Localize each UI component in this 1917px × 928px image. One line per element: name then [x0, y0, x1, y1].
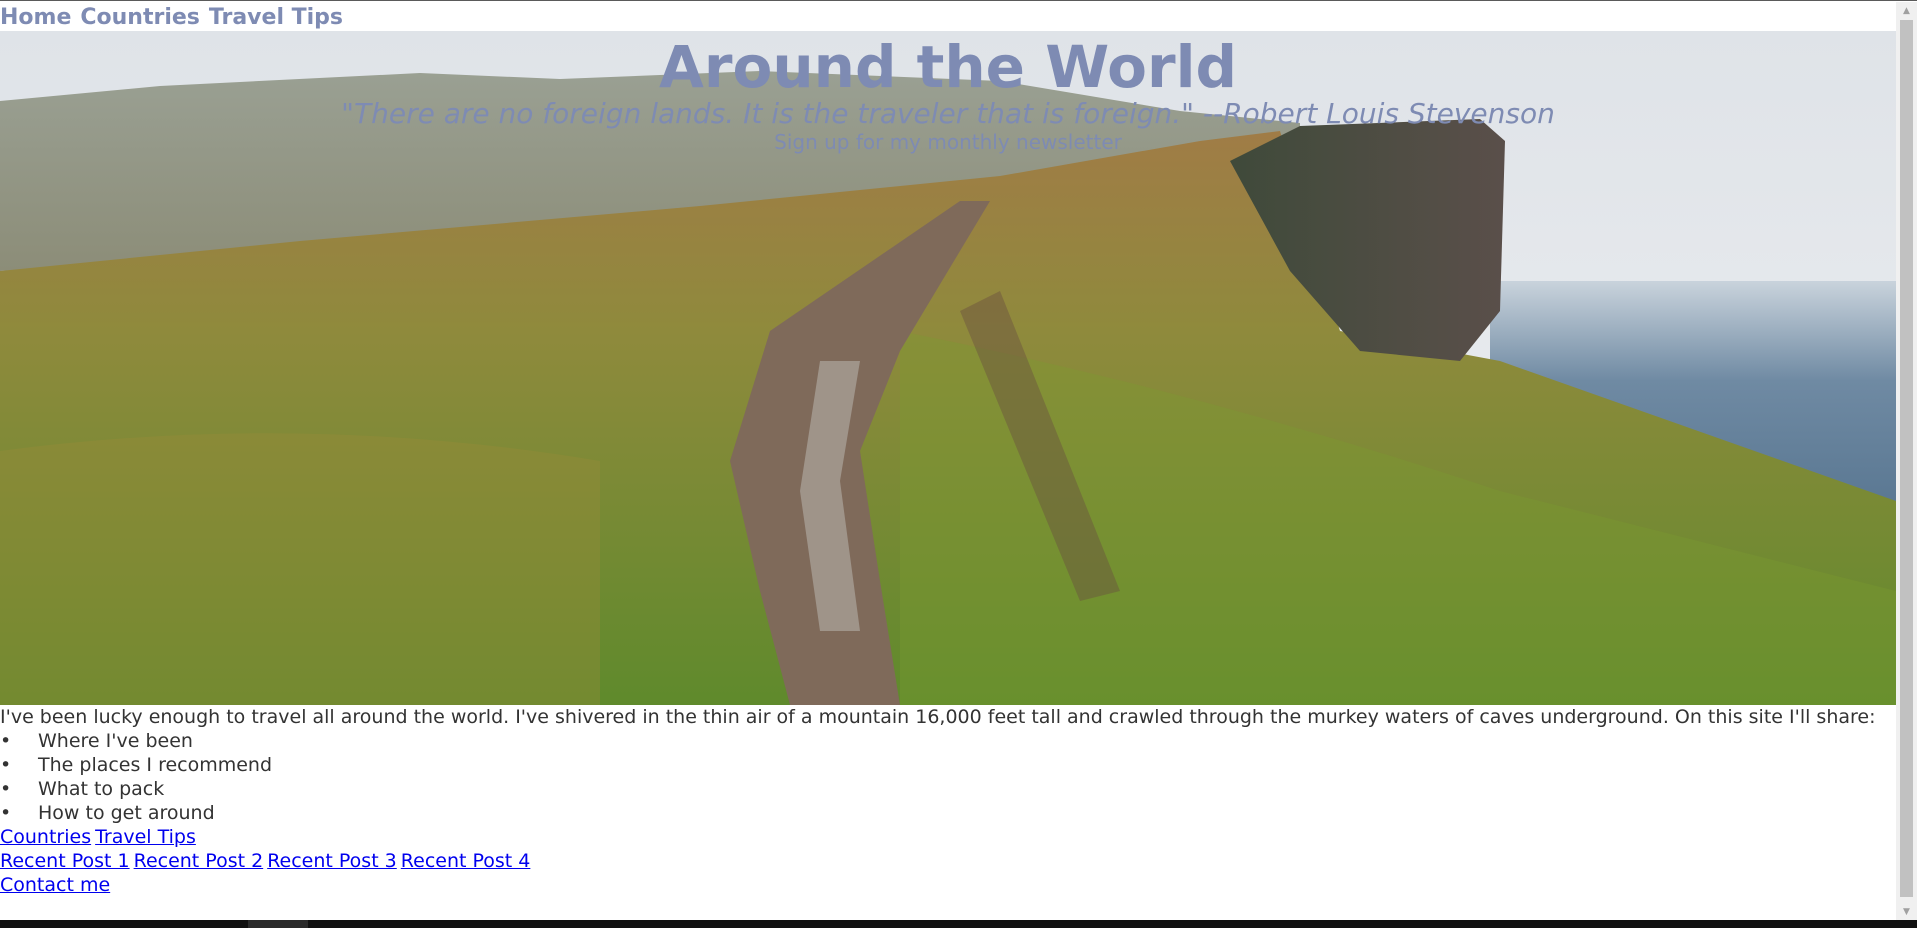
browser-viewport: Home Countries Travel Tips Around the Wo… [0, 0, 1917, 928]
list-item: • What to pack [0, 778, 165, 800]
recent-posts-links: Recent Post 1 Recent Post 2 Recent Post 3R… [0, 849, 1896, 873]
link-recent-post-2[interactable]: Recent Post 2 [134, 850, 264, 872]
section-links: Countries Travel Tips [0, 825, 1896, 849]
bullet-icon: • [0, 778, 12, 800]
bullet-icon: • [0, 730, 12, 752]
scrollbar-thumb[interactable] [1900, 20, 1913, 897]
vertical-scrollbar[interactable]: ▲ ▼ [1896, 2, 1917, 920]
newsletter-signup-link[interactable]: Sign up for my monthly newsletter [0, 129, 1896, 155]
scroll-down-arrow-icon[interactable]: ▼ [1896, 903, 1917, 920]
main-content: I've been lucky enough to travel all aro… [0, 705, 1896, 897]
link-contact-me[interactable]: Contact me [0, 874, 110, 896]
link-recent-post-4[interactable]: Recent Post 4 [401, 850, 531, 872]
nav-travel-tips[interactable]: Travel Tips [209, 5, 343, 30]
list-item: • The places I recommend [0, 754, 273, 776]
link-travel-tips[interactable]: Travel Tips [95, 826, 196, 848]
share-list: • Where I've been • The places I recommend… [0, 729, 1896, 825]
intro-paragraph: I've been lucky enough to travel all aro… [0, 706, 1876, 728]
hero-quote: "There are no foreign lands. It is the t… [341, 97, 1555, 130]
bullet-icon: • [0, 754, 12, 776]
nav-countries[interactable]: Countries [80, 5, 200, 30]
link-recent-post-1[interactable]: Recent Post 1 [0, 850, 130, 872]
link-countries[interactable]: Countries [0, 826, 91, 848]
contact-links: Contact me [0, 873, 1896, 897]
top-nav: Home Countries Travel Tips [0, 3, 343, 31]
bullet-icon: • [0, 802, 12, 824]
taskbar [0, 920, 1917, 928]
hero-banner: Around the World "There are no foreign l… [0, 31, 1896, 705]
link-recent-post-3[interactable]: Recent Post 3 [267, 850, 397, 872]
taskbar-item[interactable] [248, 920, 308, 928]
list-item: • How to get around [0, 802, 215, 824]
scroll-up-arrow-icon[interactable]: ▲ [1896, 2, 1917, 19]
list-item: • Where I've been [0, 730, 193, 752]
nav-home[interactable]: Home [0, 5, 71, 30]
site-title: Around the World [659, 33, 1237, 101]
